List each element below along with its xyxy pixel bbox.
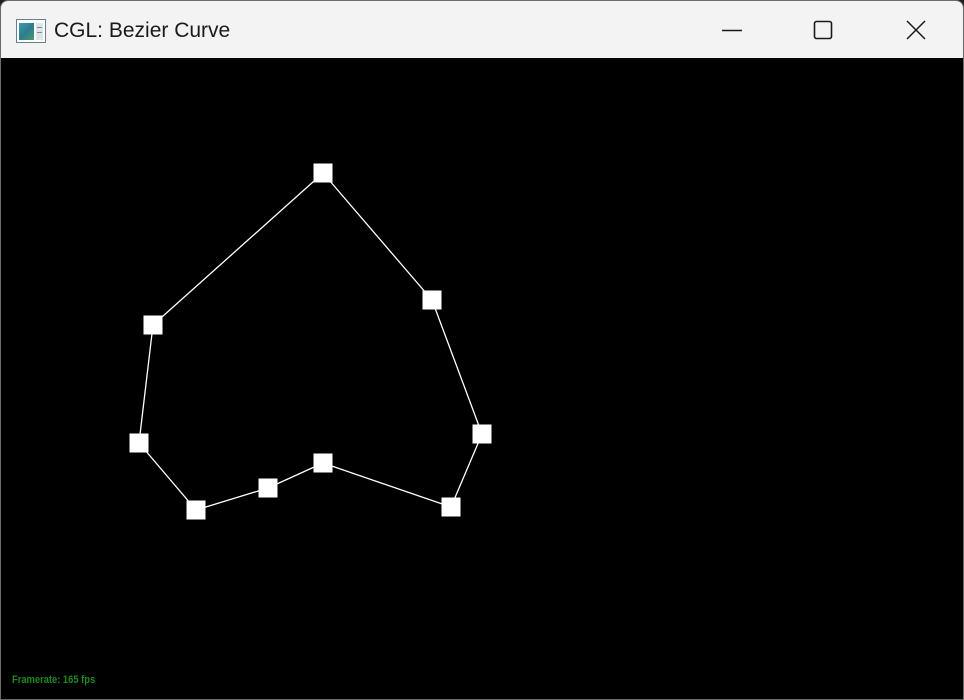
control-point-handle[interactable] (422, 290, 442, 310)
bezier-canvas-svg (129, 163, 492, 520)
control-point-handle[interactable] (441, 497, 461, 517)
control-point-handle[interactable] (472, 424, 492, 444)
control-segment (195, 487, 269, 511)
minimize-icon (722, 29, 742, 32)
control-point-handle[interactable] (129, 433, 149, 453)
framerate-label: Framerate: 165 fps (12, 674, 96, 686)
control-segment (138, 442, 197, 511)
control-point-handle[interactable] (143, 315, 163, 335)
control-segment (322, 462, 452, 508)
window-title: CGL: Bezier Curve (54, 19, 231, 42)
control-segment (322, 172, 433, 301)
maximize-icon (813, 20, 833, 40)
control-point-handle[interactable] (186, 500, 206, 520)
close-button[interactable] (870, 1, 962, 58)
control-segment (138, 324, 154, 444)
close-icon (906, 20, 926, 40)
control-point-handle[interactable] (313, 163, 333, 183)
minimize-button[interactable] (686, 1, 778, 58)
control-point-handle[interactable] (313, 453, 333, 473)
control-segment (152, 172, 324, 326)
control-point-handle[interactable] (258, 478, 278, 498)
control-segment (431, 299, 483, 435)
maximize-button[interactable] (778, 1, 870, 58)
control-segment (450, 433, 483, 508)
render-canvas[interactable]: Framerate: 165 fps (1, 58, 963, 699)
title-bar[interactable]: CGL: Bezier Curve (1, 1, 963, 58)
app-window: CGL: Bezier Curve Framerate: 165 fps (0, 0, 964, 700)
app-window-icon[interactable] (16, 19, 46, 43)
